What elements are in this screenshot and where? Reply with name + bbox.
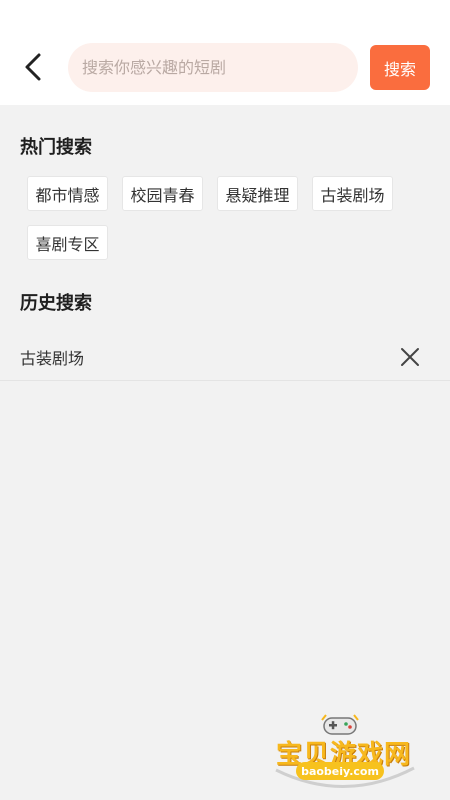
chevron-left-icon bbox=[25, 53, 41, 81]
watermark-url: baobeiy.com bbox=[296, 762, 384, 780]
back-button[interactable] bbox=[18, 50, 48, 84]
hot-tag-comedy[interactable]: 喜剧专区 bbox=[27, 225, 108, 260]
watermark-logo: 宝贝游戏网 baobeiy.com bbox=[270, 712, 430, 797]
close-icon bbox=[401, 348, 419, 366]
search-input[interactable] bbox=[82, 58, 358, 77]
hot-search-title: 热门搜索 bbox=[20, 137, 92, 158]
hot-tag-costume-drama[interactable]: 古装剧场 bbox=[312, 176, 393, 211]
hot-tag-suspense[interactable]: 悬疑推理 bbox=[217, 176, 298, 211]
history-search-title: 历史搜索 bbox=[20, 293, 92, 314]
search-button[interactable]: 搜索 bbox=[370, 45, 430, 90]
top-bar: 搜索 bbox=[0, 0, 450, 105]
hot-tag-urban-romance[interactable]: 都市情感 bbox=[27, 176, 108, 211]
delete-history-button[interactable] bbox=[398, 345, 422, 369]
search-field[interactable] bbox=[68, 43, 358, 92]
hot-tag-campus-youth[interactable]: 校园青春 bbox=[122, 176, 203, 211]
history-item[interactable]: 古装剧场 bbox=[0, 331, 450, 381]
history-item-label[interactable]: 古装剧场 bbox=[20, 345, 84, 369]
